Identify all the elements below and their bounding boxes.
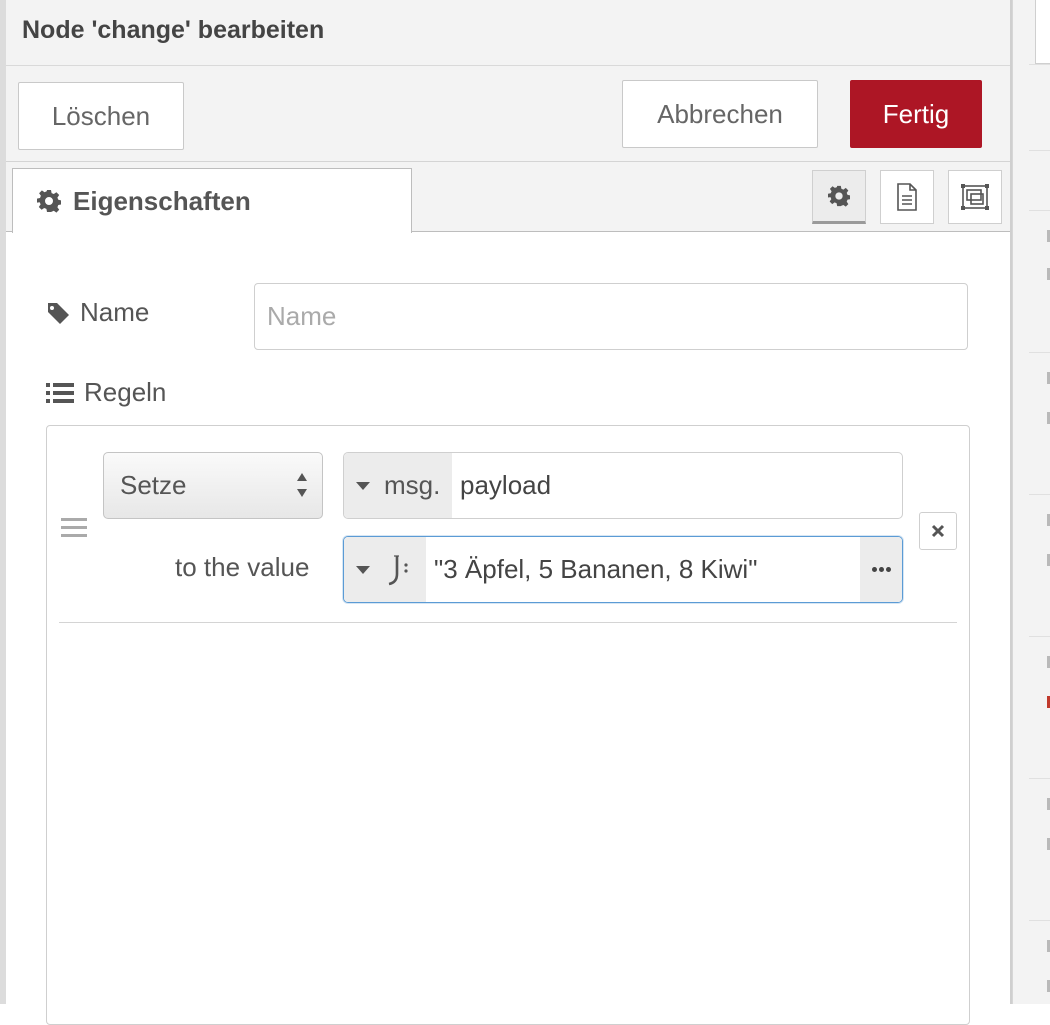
jsonata-icon [388, 554, 408, 585]
tag-icon [47, 302, 69, 324]
property-type-prefix: msg. [384, 470, 441, 500]
tray-title: Node 'change' bearbeiten [22, 16, 325, 44]
caret-down-icon [356, 565, 370, 574]
workspace-row-divider [1029, 210, 1050, 211]
list-icon [46, 382, 74, 403]
rules-label: Regeln [46, 377, 166, 408]
to-value-label: to the value [175, 552, 310, 582]
cancel-button[interactable]: Abbrechen [622, 80, 818, 148]
appearance-tab-button[interactable] [948, 170, 1002, 224]
workspace-row-divider [1029, 778, 1050, 779]
frame-icon [961, 184, 989, 210]
rule-divider [59, 622, 957, 623]
workspace-row-divider [1029, 64, 1050, 65]
done-button[interactable]: Fertig [850, 80, 982, 148]
name-label: Name [46, 297, 149, 328]
caret-down-icon [356, 481, 370, 490]
delete-button[interactable]: Löschen [18, 82, 184, 150]
description-tab-button[interactable] [880, 170, 934, 224]
tab-properties-label: Eigenschaften [73, 185, 251, 216]
document-icon [897, 183, 917, 211]
workspace-row-divider [1029, 494, 1050, 495]
tab-properties[interactable]: Eigenschaften [12, 168, 412, 233]
value-type-button[interactable] [344, 537, 426, 602]
rule-action-value: Setze [120, 470, 187, 500]
tray-tabbar: Eigenschaften [6, 162, 1010, 233]
settings-tab-button[interactable] [812, 170, 866, 224]
remove-rule-button[interactable] [919, 512, 957, 550]
ellipsis-icon [871, 567, 877, 572]
gear-icon [828, 185, 850, 207]
workspace-row-divider [1029, 150, 1050, 151]
rules-label-text: Regeln [84, 377, 167, 407]
property-value[interactable]: payload [452, 453, 902, 518]
close-icon [931, 524, 945, 538]
select-arrows-icon [297, 473, 307, 497]
property-type-button[interactable]: msg. [344, 453, 452, 518]
rule-value-text[interactable]: "3 Äpfel, 5 Bananen, 8 Kiwi" [426, 537, 860, 602]
rule-property-input[interactable]: msg. payload [343, 452, 903, 519]
workspace-tab-edge[interactable] [1035, 0, 1050, 64]
name-input[interactable] [254, 283, 968, 350]
rule-action-select[interactable]: Setze [103, 452, 323, 519]
workspace-row-divider [1029, 352, 1050, 353]
expand-editor-button[interactable] [860, 537, 902, 602]
workspace-edge [1012, 0, 1050, 1004]
gear-icon [37, 190, 61, 213]
workspace-row-divider [1029, 636, 1050, 637]
properties-panel: Name Regeln Setze msg. payload to the va… [6, 233, 1010, 1025]
tray-header: Node 'change' bearbeiten [6, 0, 1010, 66]
workspace-row-divider [1029, 920, 1050, 921]
rule-value-input[interactable]: "3 Äpfel, 5 Bananen, 8 Kiwi" [343, 536, 903, 603]
rules-list: Setze msg. payload to the value "3 Äpfel… [46, 425, 970, 1025]
drag-handle-icon[interactable] [61, 518, 87, 538]
name-label-text: Name [80, 297, 150, 327]
tray-toolbar: Löschen Abbrechen Fertig [6, 66, 1010, 162]
